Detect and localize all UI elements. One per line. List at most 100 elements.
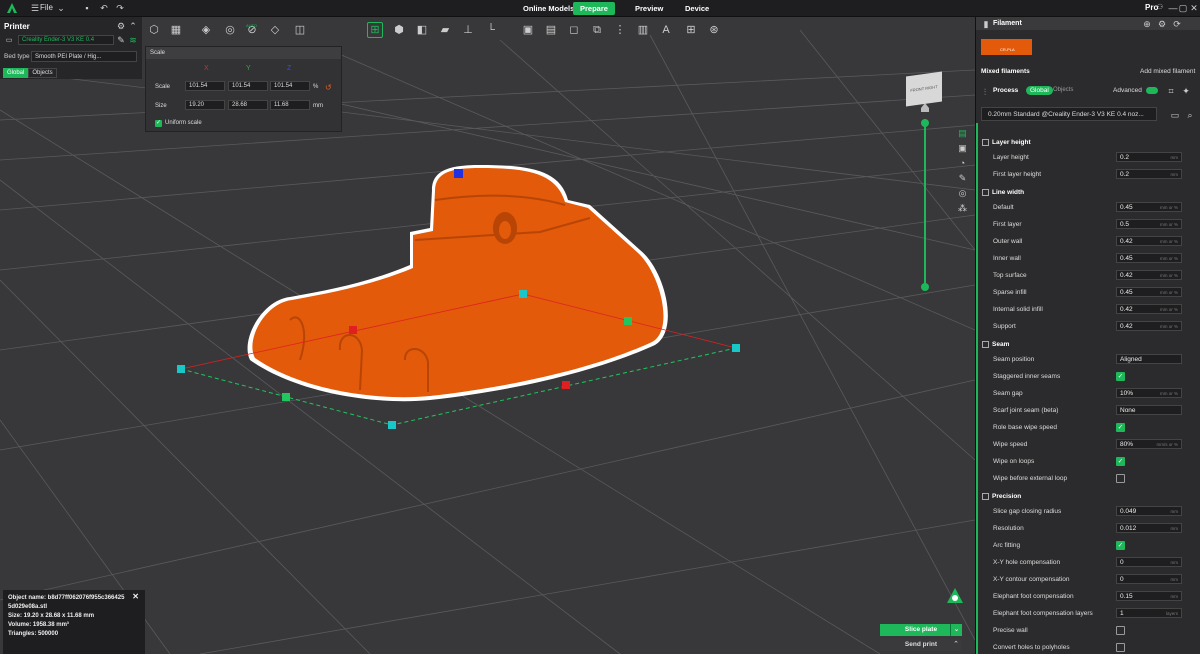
param-input[interactable]: 0.2 mm: [1116, 169, 1182, 179]
param-input[interactable]: 0.42 mm or %: [1116, 236, 1182, 246]
param-input[interactable]: 0 mm: [1116, 557, 1182, 567]
add-icon[interactable]: ⊕: [1142, 19, 1152, 29]
speed-icon[interactable]: ◔: [957, 158, 968, 169]
wifi-icon[interactable]: ≋: [128, 35, 138, 45]
arrange-icon[interactable]: ◈: [198, 22, 214, 38]
target-icon[interactable]: ◎: [957, 188, 968, 199]
param-checkbox[interactable]: [1116, 643, 1125, 652]
measure-icon[interactable]: ▣: [520, 22, 536, 38]
process-tab-global[interactable]: Global: [1026, 86, 1053, 95]
tab-objects[interactable]: Objects: [28, 68, 57, 78]
maximize-icon[interactable]: ▢: [1178, 3, 1188, 13]
param-input[interactable]: 0.049 mm: [1116, 506, 1182, 516]
tab-preview[interactable]: Preview: [628, 2, 670, 15]
param-input[interactable]: None: [1116, 405, 1182, 415]
param-input[interactable]: 80% mm/s or %: [1116, 439, 1182, 449]
save-icon[interactable]: ▪: [82, 3, 92, 13]
param-input[interactable]: 0.012 mm: [1116, 523, 1182, 533]
fuzzy-icon[interactable]: ⋮: [612, 22, 628, 38]
grid-icon[interactable]: ⁂: [957, 203, 968, 214]
close-icon[interactable]: ✕: [132, 592, 139, 601]
compare-icon[interactable]: ⌗: [1166, 86, 1176, 96]
process-tab-objects[interactable]: Objects: [1051, 86, 1075, 94]
save-preset-icon[interactable]: ▭: [1170, 110, 1180, 120]
param-checkbox[interactable]: ✓: [1116, 541, 1125, 550]
orient-icon[interactable]: ◎: [222, 22, 238, 38]
tab-global[interactable]: Global: [3, 68, 29, 78]
param-input[interactable]: 0.15 mm: [1116, 591, 1182, 601]
sync-icon[interactable]: ⟳: [1172, 19, 1182, 29]
lay-on-face-icon[interactable]: ◇: [267, 22, 283, 38]
tab-device[interactable]: Device: [678, 2, 716, 15]
hamburger-menu-icon[interactable]: ☰: [30, 3, 40, 13]
advanced-toggle[interactable]: [1146, 87, 1158, 94]
param-input[interactable]: 10% mm or %: [1116, 388, 1182, 398]
text-icon[interactable]: A: [658, 22, 674, 38]
split-icon[interactable]: ◫: [292, 22, 308, 38]
hollow-icon[interactable]: ⧉: [589, 22, 605, 38]
close-icon[interactable]: ✕: [1189, 3, 1199, 13]
printer-select[interactable]: Creality Ender-3 V3 KE 0.4: [18, 35, 114, 45]
param-input[interactable]: 0.42 mm or %: [1116, 304, 1182, 314]
assistant-icon[interactable]: [946, 587, 964, 605]
tab-prepare[interactable]: Prepare: [573, 2, 615, 15]
section-precision[interactable]: Precision: [979, 490, 1197, 503]
auto-icon[interactable]: ⊘ AUTO: [244, 22, 260, 38]
assembly-icon[interactable]: ▤: [543, 22, 559, 38]
param-input[interactable]: 0.45 mm or %: [1116, 202, 1182, 212]
add-mixed-filament-button[interactable]: Add mixed filament: [1140, 68, 1195, 75]
param-input[interactable]: 1 layers: [1116, 608, 1182, 618]
link-icon[interactable]: ⚇: [1155, 3, 1165, 13]
boolean-icon[interactable]: ⊛: [706, 22, 722, 38]
uniform-scale-checkbox[interactable]: ✓: [155, 120, 162, 127]
section-line-width[interactable]: Line width: [979, 186, 1197, 199]
param-input[interactable]: Aligned: [1116, 354, 1182, 364]
scale-x-input[interactable]: 101.54: [185, 81, 225, 91]
redo-icon[interactable]: ↷: [115, 3, 125, 13]
minimize-icon[interactable]: —: [1168, 3, 1178, 13]
size-z-input[interactable]: 11.68: [270, 100, 310, 110]
color-paint-icon[interactable]: ⊞: [683, 22, 699, 38]
search-icon[interactable]: ⌕: [1185, 110, 1195, 120]
param-input[interactable]: 0.42 mm or %: [1116, 321, 1182, 331]
undo-icon[interactable]: ↶: [99, 3, 109, 13]
section-layer-height[interactable]: Layer height: [979, 136, 1197, 149]
param-checkbox[interactable]: [1116, 474, 1125, 483]
param-input[interactable]: 0.45 mm or %: [1116, 253, 1182, 263]
section-seam[interactable]: Seam: [979, 338, 1197, 351]
add-cube-icon[interactable]: ⬡: [146, 22, 162, 38]
settings-icon[interactable]: ⚙: [116, 21, 126, 31]
size-y-input[interactable]: 28.68: [228, 100, 268, 110]
param-input[interactable]: 0.42 mm or %: [1116, 270, 1182, 280]
edit-icon[interactable]: ✎: [116, 35, 126, 45]
pin-icon[interactable]: ✦: [1181, 86, 1191, 96]
rotate-icon[interactable]: ⬢: [391, 22, 407, 38]
variable-layer-icon[interactable]: ◻: [566, 22, 582, 38]
frame-icon[interactable]: ▣: [957, 143, 968, 154]
collapse-icon[interactable]: ⌃: [128, 21, 138, 31]
scale-z-input[interactable]: 101.54: [270, 81, 310, 91]
filament-chip[interactable]: CR-PLA: [981, 39, 1032, 55]
param-input[interactable]: 0.5 mm or %: [1116, 219, 1182, 229]
settings-icon[interactable]: ⚙: [1157, 19, 1167, 29]
paint-icon[interactable]: ✎: [957, 173, 968, 184]
param-input[interactable]: 0.45 mm or %: [1116, 287, 1182, 297]
support-paint-icon[interactable]: ⊥: [460, 22, 476, 38]
tab-online-models[interactable]: Online Models: [516, 2, 581, 15]
file-menu[interactable]: File: [40, 3, 53, 12]
chevron-down-icon[interactable]: ⌄: [56, 3, 66, 13]
param-input[interactable]: 0 mm: [1116, 574, 1182, 584]
reset-icon[interactable]: ↺: [325, 83, 332, 92]
layers-icon[interactable]: ▤: [957, 128, 968, 139]
scale-y-input[interactable]: 101.54: [228, 81, 268, 91]
view-cube[interactable]: FRONT RIGHT: [906, 71, 942, 107]
cut-icon[interactable]: ▰: [437, 22, 453, 38]
add-plate-icon[interactable]: ▦: [168, 22, 184, 38]
seam-paint-icon[interactable]: └: [483, 22, 499, 38]
bed-type-select[interactable]: Smooth PEI Plate / Hig...: [31, 51, 137, 62]
scale-icon[interactable]: ◧: [414, 22, 430, 38]
size-x-input[interactable]: 19.20: [185, 100, 225, 110]
param-checkbox[interactable]: ✓: [1116, 423, 1125, 432]
param-checkbox[interactable]: ✓: [1116, 457, 1125, 466]
process-preset-select[interactable]: 0.20mm Standard @Creality Ender-3 V3 KE …: [981, 107, 1157, 121]
